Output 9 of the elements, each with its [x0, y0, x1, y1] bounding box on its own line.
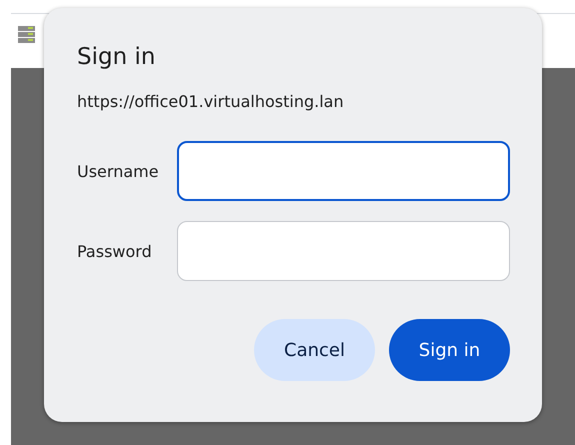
password-field[interactable] — [176, 221, 510, 281]
cancel-button[interactable]: Cancel — [254, 319, 375, 381]
password-label: Password — [77, 242, 152, 260]
dialog-title: Sign in — [77, 44, 156, 70]
username-label: Username — [77, 162, 159, 180]
username-field[interactable] — [176, 141, 510, 201]
site-address: https://office01.virtualhosting.lan — [77, 92, 344, 111]
sign-in-button[interactable]: Sign in — [389, 319, 510, 381]
server-icon[interactable] — [18, 26, 35, 43]
